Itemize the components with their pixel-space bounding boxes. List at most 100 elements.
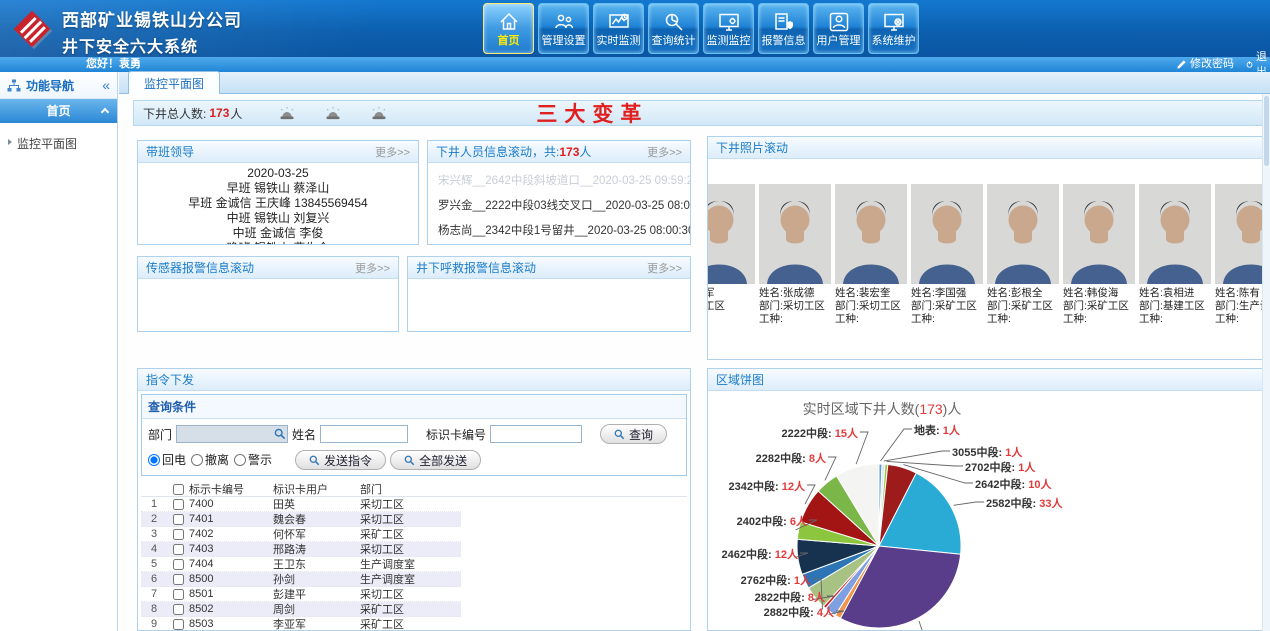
dept-field-wrap xyxy=(176,425,288,443)
row-checkbox[interactable] xyxy=(173,544,184,555)
photo-caption-line: 申广军 xyxy=(707,287,755,300)
card-id: 7403 xyxy=(189,543,273,555)
radio-警示[interactable]: 警示 xyxy=(234,451,272,468)
nav-button-3[interactable]: 实时监测 xyxy=(593,3,644,54)
sos-alarm-list xyxy=(408,279,690,331)
leader-line: 早班 金诚信 王庆峰 13845569454 xyxy=(138,196,418,211)
row-checkbox[interactable] xyxy=(173,529,184,540)
tab-bar: 监控平面图 xyxy=(119,72,1270,94)
change-password-link[interactable]: 修改密码 xyxy=(1176,57,1234,72)
nav-button-8[interactable]: 系统维护 xyxy=(868,3,919,54)
scrollbar-thumb[interactable] xyxy=(1264,96,1269,166)
row-checkbox[interactable] xyxy=(173,559,184,570)
nav-label: 首页 xyxy=(498,36,520,47)
row-number: 8 xyxy=(141,603,167,615)
pie-label: 2702中段: 1人 xyxy=(965,459,1035,475)
content-scrollbar[interactable] xyxy=(1262,94,1270,631)
photo-caption-line: 工种: xyxy=(1215,313,1263,326)
pie-label: 2282中段: 8人 xyxy=(756,450,826,466)
shift-leaders-list: 2020-03-25早班 锡铁山 蔡泽山早班 金诚信 王庆峰 138455694… xyxy=(138,163,418,244)
company-logo-icon xyxy=(10,7,54,51)
photo-card: 姓名:韩俊海部门:采矿工区工种: xyxy=(1063,184,1135,326)
row-checkbox[interactable] xyxy=(173,604,184,615)
panel-sensor-alarms: 传感器报警信息滚动 更多>> xyxy=(137,256,399,332)
send-all-button[interactable]: 全部发送 xyxy=(390,450,481,470)
card-input[interactable] xyxy=(490,425,582,443)
photo-caption-line: 姓名:李国强 xyxy=(911,287,983,300)
miners-count: 173 xyxy=(559,145,579,159)
manage-settings-icon xyxy=(552,10,576,34)
name-label: 姓名 xyxy=(292,426,316,443)
tab-monitor-plan[interactable]: 监控平面图 xyxy=(128,71,220,94)
more-link[interactable]: 更多>> xyxy=(375,144,410,160)
card-label: 标识卡编号 xyxy=(426,426,486,443)
card-dept: 采切工区 xyxy=(360,511,460,527)
monitor-control-icon xyxy=(717,10,741,34)
query-condition-box: 查询条件 部门 姓名 标识卡编号 xyxy=(141,394,687,476)
pie-label: 地表: 1人 xyxy=(914,422,960,438)
row-checkbox[interactable] xyxy=(173,619,184,630)
select-all-checkbox[interactable] xyxy=(173,484,184,495)
main-area: 监控平面图 下井总人数: 173 人 三大变革 带班领导 更多>> 2020-0… xyxy=(119,72,1270,631)
row-checkbox[interactable] xyxy=(173,499,184,510)
radio-回电[interactable]: 回电 xyxy=(148,451,186,468)
query-button[interactable]: 查询 xyxy=(600,424,667,444)
nav-button-4[interactable]: 查询统计 xyxy=(648,3,699,54)
radio-input[interactable] xyxy=(191,454,203,466)
more-link[interactable]: 更多>> xyxy=(647,260,682,276)
chevron-up-icon xyxy=(101,108,109,116)
panel-photos-scroll: 下井照片滚动 申广军采切工区姓名:张成德部门:采切工区工种:姓名:裴宏奎部门:采… xyxy=(707,136,1263,360)
sidebar-group-home[interactable]: 首页 xyxy=(0,99,117,123)
col-dept: 部门 xyxy=(360,481,460,497)
name-input[interactable] xyxy=(320,425,408,443)
radio-input[interactable] xyxy=(234,454,246,466)
sitemap-icon xyxy=(7,79,21,92)
row-checkbox[interactable] xyxy=(173,574,184,585)
send-command-button[interactable]: 发送指令 xyxy=(295,450,386,470)
photo-caption-line: 部门:生产调 xyxy=(1215,300,1263,313)
photo-card: 姓名:陈有部门:生产调工种: xyxy=(1215,184,1263,326)
more-link[interactable]: 更多>> xyxy=(647,144,682,160)
pie-label: 2762中段: 1人 xyxy=(741,572,811,588)
panel-sos-alarms: 井下呼救报警信息滚动 更多>> xyxy=(407,256,691,332)
nav-button-5[interactable]: 监测监控 xyxy=(703,3,754,54)
panel-shift-leaders: 带班领导 更多>> 2020-03-25早班 锡铁山 蔡泽山早班 金诚信 王庆峰… xyxy=(137,140,419,245)
row-number: 9 xyxy=(141,618,167,630)
radio-撤离[interactable]: 撤离 xyxy=(191,451,229,468)
magnifier-icon[interactable] xyxy=(274,428,286,440)
nav-label: 用户管理 xyxy=(817,36,861,47)
nav-label: 监测监控 xyxy=(707,36,751,47)
pie-label: 2642中段: 10人 xyxy=(975,476,1051,492)
nav-button-1[interactable]: 首页 xyxy=(483,3,534,54)
card-table: 标示卡编号标识卡用户部门17400田英采切工区27401魏会春采切工区37402… xyxy=(141,482,687,631)
row-checkbox[interactable] xyxy=(173,514,184,525)
row-checkbox[interactable] xyxy=(173,589,184,600)
panel-command-dispatch: 指令下发 查询条件 部门 姓名 标识卡编号 xyxy=(137,368,691,631)
photo-caption-line: 部门:采切工区 xyxy=(835,300,907,313)
nav-button-6[interactable]: 报警信息 xyxy=(758,3,809,54)
pie-leader-line xyxy=(881,429,913,461)
table-row: 78501彭建平采切工区 xyxy=(141,587,461,602)
nav-label: 查询统计 xyxy=(652,36,696,47)
card-id: 7402 xyxy=(189,528,273,540)
card-user: 魏会春 xyxy=(273,511,360,527)
pie-label: 2582中段: 33人 xyxy=(986,495,1062,511)
leader-line: 早班 锡铁山 蔡泽山 xyxy=(138,181,418,196)
nav-button-2[interactable]: 管理设置 xyxy=(538,3,589,54)
nav-button-7[interactable]: 用户管理 xyxy=(813,3,864,54)
photo-caption-line: 工种: xyxy=(1063,313,1135,326)
photo-caption-line: 姓名:裴宏奎 xyxy=(835,287,907,300)
more-link[interactable]: 更多>> xyxy=(355,260,390,276)
photo-card: 姓名:李国强部门:采矿工区工种: xyxy=(911,184,983,326)
sidebar-collapse-icon[interactable]: « xyxy=(102,79,110,91)
photo-caption-line: 姓名:袁相进 xyxy=(1139,287,1211,300)
dept-input[interactable] xyxy=(176,425,288,443)
sidebar-item-monitor-plan[interactable]: 监控平面图 xyxy=(0,123,117,152)
system-title: 井下安全六大系统 xyxy=(62,33,242,57)
table-row: 88502周剑采矿工区 xyxy=(141,602,461,617)
photo-caption-line: 工种: xyxy=(835,313,907,326)
radio-input[interactable] xyxy=(148,454,160,466)
card-id: 7400 xyxy=(189,498,273,510)
photo-caption-line: 部门:采矿工区 xyxy=(1063,300,1135,313)
photo-caption-line: 部门:采切工区 xyxy=(759,300,831,313)
